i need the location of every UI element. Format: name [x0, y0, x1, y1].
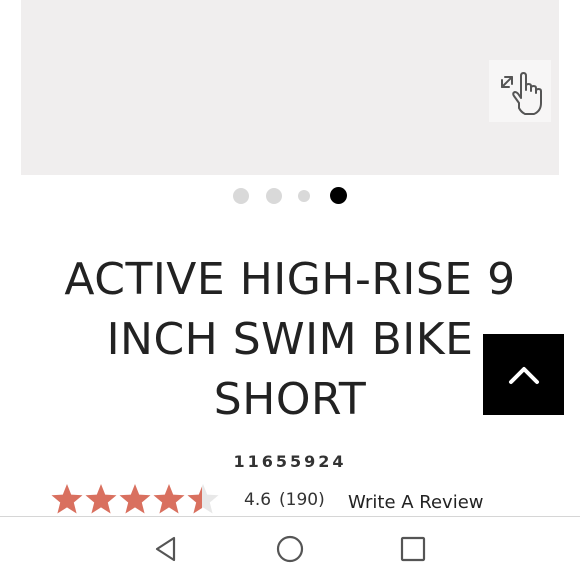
- product-title-line-1: ACTIVE HIGH-RISE 9: [64, 254, 516, 305]
- android-nav-bar: [0, 517, 580, 580]
- product-title-line-3: SHORT: [213, 374, 367, 425]
- expand-hand-icon: [501, 72, 542, 115]
- carousel-dot-3[interactable]: [298, 190, 310, 202]
- carousel-dot-1[interactable]: [233, 188, 249, 204]
- nav-back-button[interactable]: [148, 531, 184, 567]
- write-review-link[interactable]: Write A Review: [348, 492, 484, 513]
- nav-home-button[interactable]: [272, 531, 308, 567]
- product-title-line-2: INCH SWIM BIKE: [106, 314, 474, 365]
- product-sku: 11655924: [233, 452, 347, 471]
- star-icon-3: [119, 484, 151, 514]
- rating-row: 4.6 (190) Write A Review: [50, 482, 530, 518]
- rating-count[interactable]: (190): [279, 490, 325, 510]
- star-icon-1: [51, 484, 83, 514]
- star-icon-4: [153, 484, 185, 514]
- carousel-dot-2[interactable]: [266, 188, 282, 204]
- triangle-back-icon: [155, 536, 176, 562]
- nav-recents-button[interactable]: [395, 531, 431, 567]
- carousel-dot-4-active[interactable]: [330, 187, 347, 204]
- product-title: ACTIVE HIGH-RISE 9 INCH SWIM BIKE SHORT: [40, 250, 540, 430]
- chevron-up-icon: [508, 366, 539, 384]
- square-recents-icon: [400, 536, 426, 562]
- zoom-button[interactable]: [489, 60, 551, 122]
- product-image-area[interactable]: [21, 0, 559, 175]
- rating-value: 4.6: [244, 490, 272, 510]
- circle-home-icon: [276, 535, 304, 563]
- back-to-top-button[interactable]: [483, 334, 564, 415]
- star-rating[interactable]: [50, 482, 222, 518]
- star-icon-2: [85, 484, 117, 514]
- carousel-dots: [0, 187, 580, 205]
